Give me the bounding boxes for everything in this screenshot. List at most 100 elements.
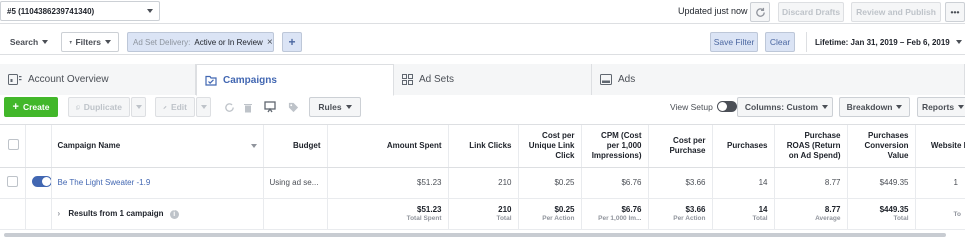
- ab-test-icon[interactable]: [221, 99, 237, 115]
- on-off-header: [25, 125, 52, 168]
- edit-label: Edit: [170, 102, 187, 112]
- tab-ad-sets[interactable]: Ad Sets: [394, 64, 592, 95]
- view-setup-toggle[interactable]: View Setup: [670, 101, 737, 112]
- column-header-purchase-roas[interactable]: Purchase ROAS (Return on Ad Spend): [774, 125, 848, 168]
- summary-sub: Average: [815, 215, 841, 222]
- column-header-campaign-name[interactable]: Campaign Name: [51, 125, 264, 168]
- date-range-picker[interactable]: Lifetime: Jan 31, 2019 – Feb 6, 2019: [806, 32, 965, 52]
- column-header-amount-spent[interactable]: Amount Spent: [327, 125, 449, 168]
- cpm-cell: $6.76: [581, 167, 649, 199]
- preview-icon[interactable]: [262, 99, 278, 115]
- link-clicks-cell: 210: [448, 167, 519, 199]
- filter-pill-key: Ad Set Delivery:: [133, 37, 191, 47]
- add-filter-button[interactable]: +: [282, 32, 302, 52]
- pencil-icon: [163, 105, 167, 109]
- cost-per-unique-link-click-cell: $0.25: [518, 167, 582, 199]
- duplicate-dropdown-button[interactable]: [131, 97, 146, 117]
- duplicate-label: Duplicate: [83, 102, 122, 112]
- review-publish-button[interactable]: Review and Publish: [851, 2, 941, 22]
- column-header-label: Purchase ROAS (Return on Ad Spend): [786, 130, 841, 160]
- summary-roas-cell: 8.77 Average: [774, 198, 848, 230]
- columns-button[interactable]: Columns: Custom: [737, 97, 833, 117]
- tab-account-overview[interactable]: Account Overview: [0, 64, 196, 95]
- edit-button[interactable]: Edit: [155, 97, 195, 117]
- campaign-name-link[interactable]: Be The Light Sweater -1.9: [58, 178, 151, 187]
- columns-label: Columns: Custom: [744, 102, 819, 112]
- edit-dropdown-button[interactable]: [196, 97, 211, 117]
- filter-pill[interactable]: Ad Set Delivery: Active or In Review ×: [127, 32, 274, 52]
- column-header-label: Link Clicks: [469, 140, 512, 150]
- row-checkbox[interactable]: [6, 176, 18, 187]
- row-select-cell: [0, 167, 26, 199]
- filters-label: Filters: [75, 37, 101, 47]
- ads-icon: [600, 74, 612, 85]
- summary-cpp-cell: $3.66 Per Action: [648, 198, 713, 230]
- summary-row: › Results from 1 campaign i $51.23 Total …: [0, 198, 965, 230]
- sort-icon: [250, 143, 257, 148]
- tag-icon[interactable]: [285, 99, 301, 115]
- updated-status: Updated just now: [678, 6, 748, 16]
- column-header-label: Purchases Conversion Value: [864, 130, 909, 160]
- amount-spent-cell: $51.23: [327, 167, 449, 199]
- tab-label: Ads: [618, 74, 636, 85]
- column-header-label: Campaign Name: [57, 140, 121, 150]
- column-header-conversion-value[interactable]: Purchases Conversion Value: [847, 125, 916, 168]
- rules-button[interactable]: Rules: [309, 97, 361, 117]
- filters-button[interactable]: Filters: [61, 32, 119, 52]
- breakdown-button[interactable]: Breakdown: [839, 97, 910, 117]
- trash-icon[interactable]: [240, 99, 256, 115]
- summary-cpulc-cell: $0.25 Per Action: [518, 198, 582, 230]
- level-tabs: Account Overview Campaigns Ad Sets Ads: [0, 64, 965, 96]
- tab-label: Ad Sets: [419, 74, 455, 85]
- chevron-down-icon: [42, 40, 49, 44]
- summary-value-cell: $449.35 Total: [847, 198, 916, 230]
- column-header-link-clicks[interactable]: Link Clicks: [448, 125, 519, 168]
- summary-value: $449.35: [879, 205, 909, 214]
- summary-value: $6.76: [621, 205, 642, 214]
- create-button[interactable]: + Create: [4, 97, 58, 117]
- summary-sub: Per 1,000 Im...: [598, 215, 642, 222]
- column-header-cost-per-purchase[interactable]: Cost per Purchase: [648, 125, 713, 168]
- column-header-label: CPM (Cost per 1,000 Impressions): [591, 130, 642, 160]
- account-overview-icon: [8, 74, 22, 85]
- select-all-checkbox[interactable]: [7, 138, 19, 150]
- column-header-cpm[interactable]: CPM (Cost per 1,000 Impressions): [581, 125, 649, 168]
- reports-button[interactable]: Reports: [917, 97, 965, 117]
- summary-spacer: [0, 198, 26, 230]
- column-header-budget[interactable]: Budget: [263, 125, 328, 168]
- tab-campaigns[interactable]: Campaigns: [196, 64, 394, 96]
- column-header-purchases[interactable]: Purchases: [712, 125, 775, 168]
- summary-amount-cell: $51.23 Total Spent: [327, 198, 449, 230]
- info-icon[interactable]: i: [169, 209, 179, 219]
- date-range-label: Lifetime: Jan 31, 2019 – Feb 6, 2019: [815, 37, 950, 47]
- more-options-button[interactable]: •••: [945, 2, 965, 22]
- column-header-cost-per-unique-link-click[interactable]: Cost per Unique Link Click: [518, 125, 582, 168]
- campaigns-table: Campaign Name Budget Amount Spent Link C…: [0, 124, 965, 232]
- table-row[interactable]: Be The Light Sweater -1.9 Using ad se...…: [0, 167, 965, 199]
- toggle-switch[interactable]: [716, 101, 737, 112]
- top-bar: #5 (1104386239741340) Updated just now D…: [0, 0, 965, 24]
- save-filter-button[interactable]: Save Filter: [710, 32, 758, 52]
- purchases-cell: 14: [712, 167, 775, 199]
- summary-label-cell: › Results from 1 campaign i: [51, 198, 264, 230]
- column-header-label: Amount Spent: [386, 140, 442, 150]
- summary-value: 8.77: [824, 205, 841, 214]
- tab-ads[interactable]: Ads: [592, 64, 965, 95]
- summary-web-cell: To: [915, 198, 965, 230]
- campaign-on-off-toggle[interactable]: [31, 176, 50, 187]
- close-icon[interactable]: ×: [267, 37, 273, 48]
- ad-sets-icon: [402, 74, 413, 85]
- horizontal-scrollbar[interactable]: [4, 233, 946, 237]
- search-button[interactable]: Search: [0, 32, 55, 52]
- refresh-button[interactable]: [750, 2, 770, 22]
- chevron-down-icon: [958, 105, 965, 109]
- duplicate-button[interactable]: Duplicate: [68, 97, 130, 117]
- summary-sub: Total: [496, 215, 512, 222]
- discard-drafts-button[interactable]: Discard Drafts: [778, 2, 844, 22]
- website-purchases-cell: 1: [915, 167, 965, 199]
- expand-icon[interactable]: ›: [58, 209, 61, 218]
- account-selector[interactable]: #5 (1104386239741340): [0, 1, 160, 21]
- refresh-icon: [755, 7, 765, 17]
- clear-button[interactable]: Clear: [765, 32, 795, 52]
- column-header-website-purchases[interactable]: Website Purchases: [915, 125, 965, 168]
